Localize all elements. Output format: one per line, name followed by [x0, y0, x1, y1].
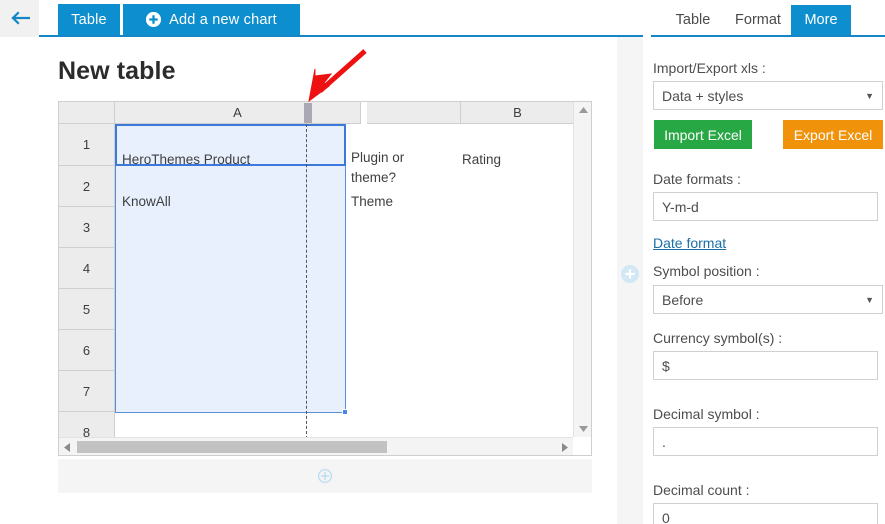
date-format-link[interactable]: Date format	[653, 235, 726, 251]
spreadsheet-grid[interactable]: A B 1 2 3 4	[58, 101, 592, 456]
decimal-symbol-label: Decimal symbol :	[653, 406, 760, 422]
export-excel-button[interactable]: Export Excel	[783, 120, 883, 149]
plus-circle-icon	[318, 469, 332, 483]
triangle-left-icon[interactable]	[59, 438, 75, 456]
panel-divider	[613, 37, 643, 524]
add-row-bar[interactable]	[58, 459, 592, 493]
row-header-2-label: 2	[83, 179, 90, 194]
date-formats-input[interactable]: Y-m-d	[653, 192, 878, 221]
row-header-6-label: 6	[83, 343, 90, 358]
top-tabstrip: Table Add a new chart	[39, 0, 643, 37]
date-formats-value: Y-m-d	[662, 199, 699, 215]
divider-add-button[interactable]	[621, 265, 639, 283]
app-root: Table Add a new chart Table Format More …	[0, 0, 885, 524]
column-resize-handle[interactable]	[304, 103, 312, 123]
row-header-6[interactable]: 6	[59, 330, 115, 371]
arrow-left-icon[interactable]	[10, 11, 30, 25]
vertical-scrollbar[interactable]	[573, 102, 591, 437]
symbol-position-select[interactable]: Before ▼	[653, 285, 883, 314]
tab-table-label: Table	[71, 12, 107, 28]
tab-panel-table[interactable]: Table	[665, 5, 721, 35]
currency-symbol-label: Currency symbol(s) :	[653, 330, 782, 346]
horizontal-scrollbar-thumb[interactable]	[77, 441, 387, 453]
panel-tabstrip: Table Format More	[643, 0, 885, 37]
grid-corner-cell[interactable]	[59, 102, 115, 124]
cell-a2-value: KnowAll	[122, 194, 171, 209]
row-header-5[interactable]: 5	[59, 289, 115, 330]
import-export-value: Data + styles	[662, 88, 743, 104]
row-header-5-label: 5	[83, 302, 90, 317]
left-rail	[0, 0, 39, 37]
chevron-down-icon: ▼	[865, 295, 874, 305]
row-header-7-label: 7	[83, 384, 90, 399]
symbol-position-label: Symbol position :	[653, 263, 760, 279]
import-excel-label: Import Excel	[664, 127, 742, 143]
tab-table[interactable]: Table	[58, 4, 120, 35]
triangle-up-icon[interactable]	[574, 102, 592, 118]
cell-c1-value: Rating	[462, 152, 501, 167]
decimal-count-value: 0	[662, 510, 670, 524]
cell-b1[interactable]: Plugin or theme?	[346, 124, 460, 166]
cell-b2[interactable]: Theme	[346, 166, 460, 207]
currency-symbol-input[interactable]: $	[653, 351, 878, 380]
cell-a1[interactable]: HeroThemes Product	[117, 124, 345, 166]
tab-panel-table-label: Table	[676, 12, 711, 28]
column-header-b[interactable]: B	[461, 102, 575, 124]
row-header-7[interactable]: 7	[59, 371, 115, 412]
decimal-symbol-input[interactable]: .	[653, 427, 878, 456]
cell-a2[interactable]: KnowAll	[117, 166, 345, 207]
triangle-down-icon[interactable]	[574, 421, 592, 437]
chevron-down-icon: ▼	[865, 91, 874, 101]
tab-panel-more-label: More	[804, 12, 837, 28]
plus-circle-icon	[146, 12, 161, 27]
cell-b2-value: Theme	[351, 194, 393, 209]
decimal-count-label: Decimal count :	[653, 482, 749, 498]
column-header-a[interactable]: A	[115, 102, 361, 124]
tab-panel-more[interactable]: More	[791, 5, 851, 35]
red-arrow-icon	[295, 43, 375, 108]
import-excel-button[interactable]: Import Excel	[654, 120, 752, 149]
row-header-3-label: 3	[83, 220, 90, 235]
date-formats-label: Date formats :	[653, 171, 741, 187]
triangle-right-icon[interactable]	[557, 438, 573, 456]
tab-panel-format-label: Format	[735, 12, 781, 28]
tab-add-new-chart-label: Add a new chart	[169, 12, 277, 28]
symbol-position-value: Before	[662, 292, 703, 308]
fill-handle[interactable]	[342, 409, 348, 415]
table-editor: New table A B 1 2	[39, 37, 613, 524]
settings-panel: Import/Export xls : Data + styles ▼ Impo…	[643, 37, 885, 524]
row-header-3[interactable]: 3	[59, 207, 115, 248]
export-excel-label: Export Excel	[794, 127, 873, 143]
row-header-2[interactable]: 2	[59, 166, 115, 207]
tab-add-new-chart[interactable]: Add a new chart	[121, 4, 300, 35]
row-header-1-label: 1	[83, 137, 90, 152]
row-header-4[interactable]: 4	[59, 248, 115, 289]
decimal-count-input[interactable]: 0	[653, 503, 878, 524]
cell-c1[interactable]: Rating	[457, 124, 507, 166]
currency-symbol-value: $	[662, 358, 670, 374]
import-export-select[interactable]: Data + styles ▼	[653, 81, 883, 110]
import-export-label: Import/Export xls :	[653, 60, 766, 76]
decimal-symbol-value: .	[662, 434, 666, 450]
cell-a1-value: HeroThemes Product	[122, 152, 250, 167]
column-header-b-label: B	[513, 105, 522, 120]
horizontal-scrollbar[interactable]	[59, 437, 573, 455]
column-header-a-overflow[interactable]	[367, 102, 461, 124]
row-header-4-label: 4	[83, 261, 90, 276]
column-header-a-label: A	[233, 105, 242, 120]
page-title: New table	[58, 57, 176, 86]
row-header-1[interactable]: 1	[59, 124, 115, 166]
tab-panel-format[interactable]: Format	[725, 5, 791, 35]
